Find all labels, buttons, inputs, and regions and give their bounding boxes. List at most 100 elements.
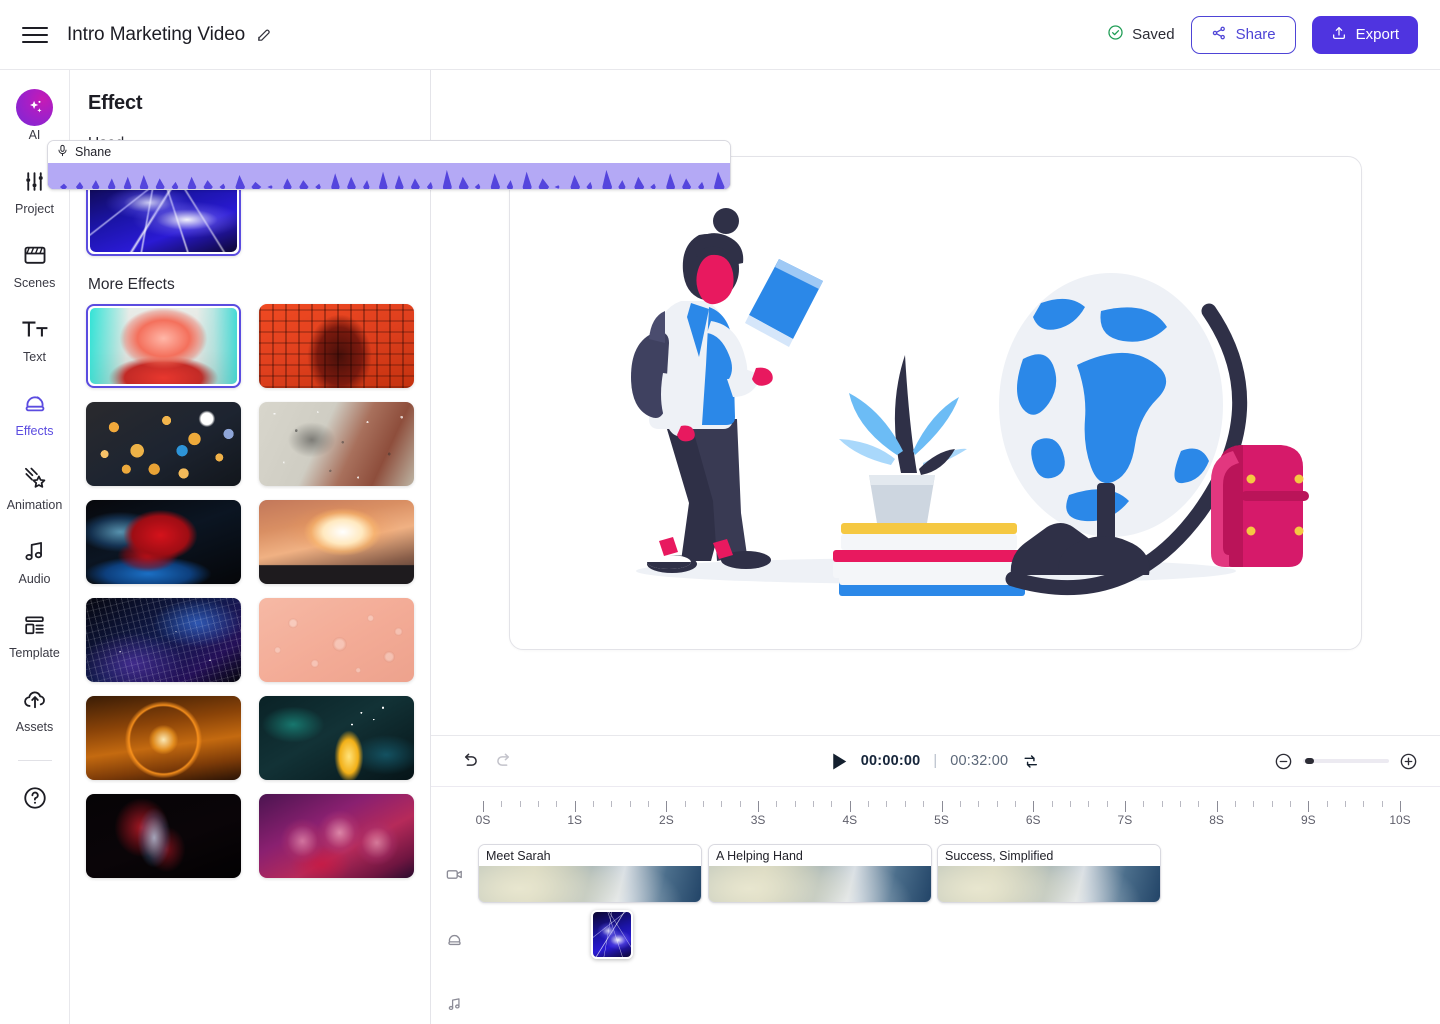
- video-clip-meet-sarah[interactable]: Meet Sarah: [478, 844, 702, 903]
- sidebar-item-text[interactable]: Text: [0, 314, 70, 364]
- ruler-tick-minor: [1051, 801, 1053, 807]
- transport-controls: 00:00:00 | 00:32:00: [831, 752, 1040, 771]
- ruler-tick-minor: [1234, 801, 1236, 807]
- ruler-tick-label: 4S: [842, 813, 858, 827]
- clip-label: Meet Sarah: [479, 845, 701, 866]
- clip-thumbnail: [479, 866, 701, 902]
- effect-thumb-red-code-overlay[interactable]: [259, 304, 414, 388]
- effect-thumb-rgb-glitch-portrait[interactable]: [86, 304, 241, 388]
- upload-icon: [1331, 25, 1347, 45]
- ruler-tick-label: 9S: [1300, 813, 1316, 827]
- ruler-tick-minor: [703, 801, 705, 807]
- undo-redo-group: [459, 751, 515, 771]
- redo-arrow-icon[interactable]: [495, 751, 515, 771]
- sidebar-item-animation[interactable]: Animation: [0, 462, 70, 512]
- page-title: Intro Marketing Video: [67, 23, 246, 45]
- effect-thumb-red-smoke[interactable]: [86, 794, 241, 878]
- ruler-tick-minor: [1069, 801, 1071, 807]
- clapperboard-icon: [22, 240, 48, 270]
- zoom-slider-thumb[interactable]: [1305, 758, 1314, 764]
- effect-thumb-art: [90, 308, 237, 384]
- time-separator: |: [933, 753, 938, 769]
- sidebar-item-audio[interactable]: Audio: [0, 536, 70, 586]
- play-button[interactable]: [831, 752, 848, 771]
- clip-thumbnail: [709, 866, 931, 902]
- zoom-in-circle-icon[interactable]: [1399, 752, 1418, 771]
- ruler-tick-label: 10S: [1389, 813, 1411, 827]
- audio-clip-shane[interactable]: Shane: [47, 140, 731, 190]
- ruler-tick-minor: [1106, 801, 1108, 807]
- effect-thumb-sun-ring-flare[interactable]: [86, 696, 241, 780]
- effect-thumb-echo-faces[interactable]: [259, 794, 414, 878]
- ruler-tick-minor: [501, 801, 503, 807]
- sidebar-item-template[interactable]: Template: [0, 610, 70, 660]
- check-circle-icon: [1107, 24, 1124, 45]
- ruler-tick-minor: [611, 801, 613, 807]
- effect-thumb-art: [259, 696, 414, 780]
- video-canvas[interactable]: [509, 155, 1362, 650]
- zoom-out-circle-icon[interactable]: [1274, 752, 1293, 771]
- loop-repeat-icon[interactable]: [1021, 752, 1040, 771]
- ruler-tick-minor: [959, 801, 961, 807]
- ruler-tick-label: 3S: [750, 813, 766, 827]
- sidebar-item-scenes[interactable]: Scenes: [0, 240, 70, 290]
- video-clip-success-simplified[interactable]: Success, Simplified: [937, 844, 1161, 903]
- text-icon: [21, 314, 49, 344]
- ruler-tick-minor: [1161, 801, 1163, 807]
- ruler-tick-minor: [721, 801, 723, 807]
- video-clip-a-helping-hand[interactable]: A Helping Hand: [708, 844, 932, 903]
- sparkle-ai-icon: [16, 88, 53, 126]
- sidebar-item-assets[interactable]: Assets: [0, 684, 70, 734]
- ruler-tick-label: 6S: [1025, 813, 1041, 827]
- ruler-tick-minor: [1381, 801, 1383, 807]
- save-status: Saved: [1107, 24, 1175, 45]
- sidebar-item-label: Effects: [15, 424, 54, 438]
- sidebar-item-effects[interactable]: Effects: [0, 388, 70, 438]
- ruler-tick-minor: [648, 801, 650, 807]
- ruler-tick-minor: [868, 801, 870, 807]
- effect-thumb-art: [259, 794, 414, 878]
- panel-title: Effect: [88, 92, 143, 114]
- ruler-tick-minor: [739, 801, 741, 807]
- timeline-ruler[interactable]: 0S 1S 2S 3S 4S 5S 6S 7S 8S 9S 10S: [431, 787, 1440, 833]
- ruler-tick-label: 1S: [567, 813, 583, 827]
- ruler-tick-label: 0S: [475, 813, 491, 827]
- ruler-tick-minor: [1326, 801, 1328, 807]
- effect-thumb-digital-blue-grid[interactable]: [86, 598, 241, 682]
- hamburger-menu-icon[interactable]: [22, 22, 48, 48]
- zoom-slider[interactable]: [1303, 758, 1389, 764]
- ruler-tick-minor: [1344, 801, 1346, 807]
- audio-clip-label: Shane: [75, 145, 112, 159]
- ruler-tick-minor: [1198, 801, 1200, 807]
- ruler-tick-minor: [1363, 801, 1365, 807]
- sliders-icon: [22, 166, 47, 196]
- sidebar-item-label: Project: [15, 202, 54, 216]
- current-time: 00:00:00: [860, 753, 921, 769]
- effect-thumb-golden-sparks[interactable]: [259, 696, 414, 780]
- student-with-books-globe-illustration: [630, 207, 1309, 596]
- effect-thumb-explosion-blast[interactable]: [259, 500, 414, 584]
- effect-thumb-art: [259, 598, 414, 682]
- effect-clip-laser-beams[interactable]: [591, 910, 633, 959]
- effect-thumb-golden-bokeh[interactable]: [86, 402, 241, 486]
- undo-arrow-icon[interactable]: [459, 751, 479, 771]
- left-nav-rail: AI Project Scenes Text Effects Animation…: [0, 70, 70, 1024]
- effect-thumb-art: [86, 500, 241, 584]
- ruler-tick-label: 8S: [1209, 813, 1224, 827]
- rail-divider: [17, 760, 52, 761]
- clip-thumbnail: [938, 866, 1160, 902]
- ruler-tick-label: 5S: [934, 813, 949, 827]
- ruler-tick-major: [758, 801, 760, 812]
- ruler-tick-major: [941, 801, 943, 812]
- effect-thumb-peach-water-droplets[interactable]: [259, 598, 414, 682]
- ruler-tick-minor: [1088, 801, 1090, 807]
- share-button[interactable]: Share: [1190, 15, 1296, 54]
- effect-thumb-rain-on-glass[interactable]: [259, 402, 414, 486]
- ruler-tick-major: [1124, 801, 1126, 812]
- layout-template-icon: [22, 610, 47, 640]
- pencil-edit-icon[interactable]: [256, 26, 273, 43]
- help-button[interactable]: [0, 783, 70, 813]
- sidebar-item-ai[interactable]: AI: [0, 88, 70, 142]
- export-button[interactable]: Export: [1311, 15, 1418, 54]
- effect-thumb-red-blue-ink[interactable]: [86, 500, 241, 584]
